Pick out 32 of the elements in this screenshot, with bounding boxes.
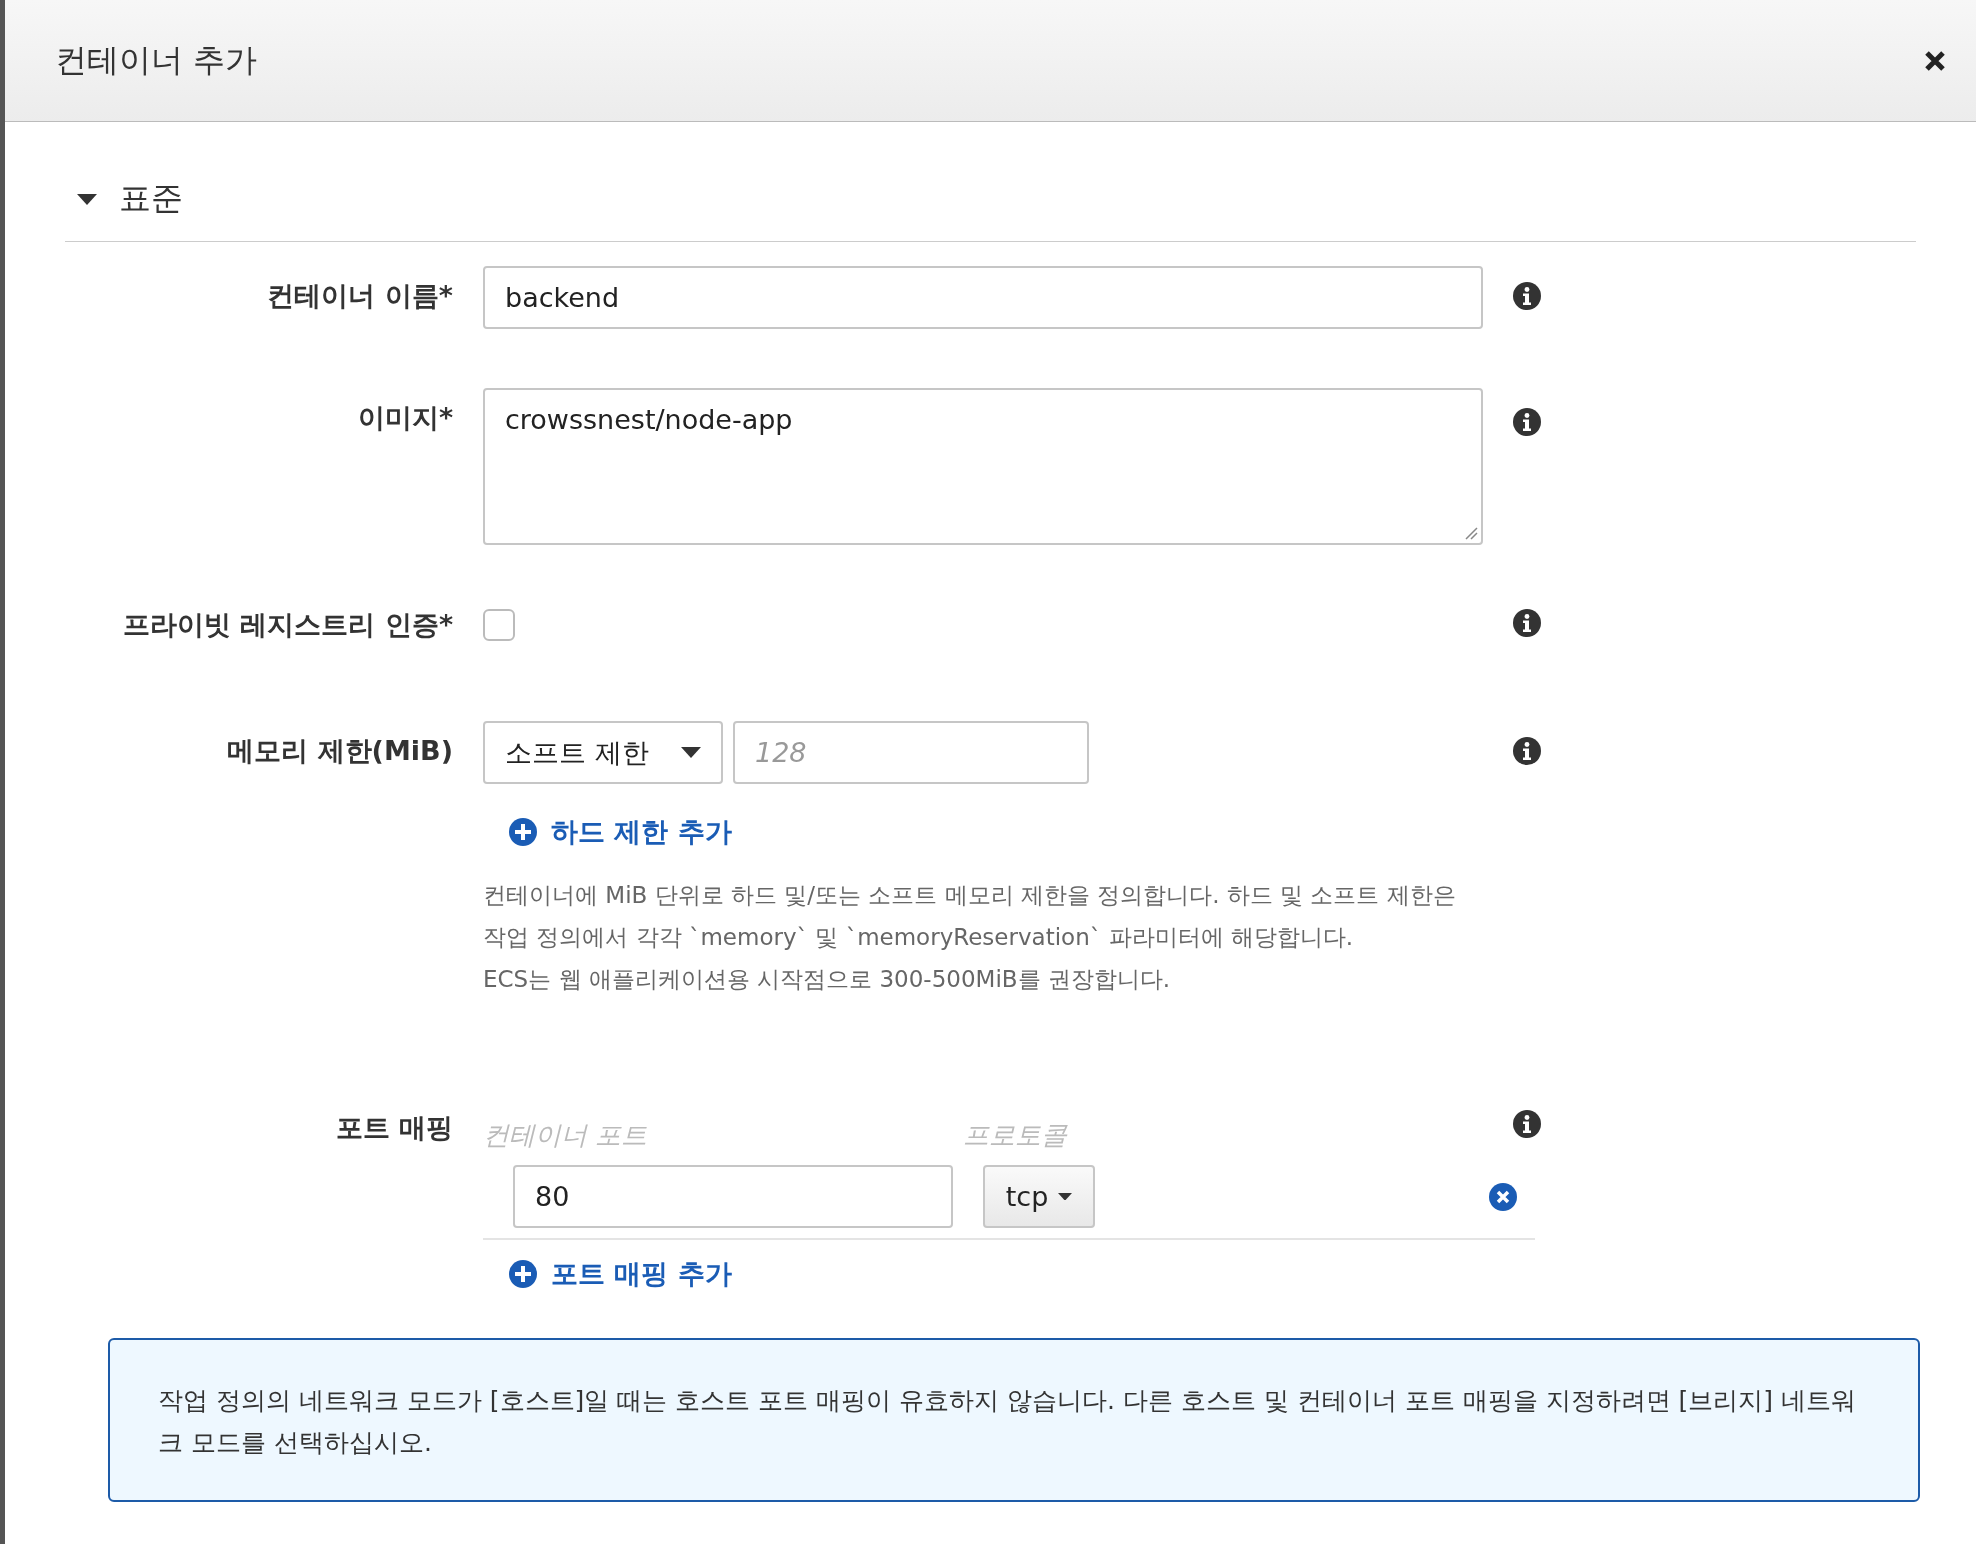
add-port-mapping-link[interactable]: 포트 매핑 추가 xyxy=(509,1256,732,1292)
help-text: 컨테이너에 MiB 단위로 하드 및/또는 소프트 메모리 제한을 정의합니다. 하드 및 소프트 제한은 작업 정의에서 각각 `memory` 및 `memoryReservation` 파라미터에 해당합니다. xyxy=(483,881,1457,952)
field-label: 컨테이너 이름* xyxy=(266,279,453,313)
limit-type-dropdown[interactable]: 소프트 제한 xyxy=(483,721,723,784)
plus-circle-icon xyxy=(509,818,537,846)
column-header: 프로토콜 xyxy=(963,1119,1069,1152)
field-label: 포트 매핑 xyxy=(334,1111,453,1145)
info-icon[interactable] xyxy=(1513,282,1541,310)
info-icon[interactable] xyxy=(1513,737,1541,765)
help-text: ECS는 웹 애플리케이션용 시작점으로 300-500MiB를 권장합니다. xyxy=(483,965,1172,994)
info-icon[interactable] xyxy=(1513,408,1541,436)
plus-circle-icon xyxy=(509,1260,537,1288)
column-header: 컨테이너 포트 xyxy=(483,1119,649,1152)
dialog-title: 컨테이너 추가 xyxy=(55,39,258,81)
remove-icon[interactable] xyxy=(1489,1182,1517,1211)
resize-handle-icon[interactable] xyxy=(1464,526,1478,540)
add-hard-limit-link[interactable]: 하드 제한 추가 xyxy=(509,814,732,850)
info-icon[interactable] xyxy=(1513,1110,1541,1138)
port-input[interactable]: 80 xyxy=(513,1165,953,1228)
section-title: 표준 xyxy=(119,178,183,219)
notice-text: 작업 정의의 네트워크 모드가 [호스트]일 때는 호스트 포트 매핑이 유효하지 않습니다. 다른 호스트 및 컨테이너 포트 매핑을 지정하려면 [브리지] 네트워크 모드를 선택하십시오. xyxy=(108,1338,1920,1502)
info-icon[interactable] xyxy=(1513,609,1541,637)
caret-icon xyxy=(681,747,701,758)
caret-icon xyxy=(1058,1192,1073,1201)
text-area[interactable]: crowssnest/node-app xyxy=(483,388,1483,545)
field-label: 이미지* xyxy=(356,401,453,435)
field-label: 메모리 제한(MiB) xyxy=(226,734,453,768)
checkbox[interactable] xyxy=(483,609,515,641)
text-input[interactable]: backend xyxy=(483,266,1483,329)
field-label: 프라이빗 레지스트리 인증* xyxy=(122,608,453,642)
close-icon[interactable] xyxy=(1924,49,1946,72)
protocol-dropdown[interactable]: tcp xyxy=(983,1165,1095,1228)
